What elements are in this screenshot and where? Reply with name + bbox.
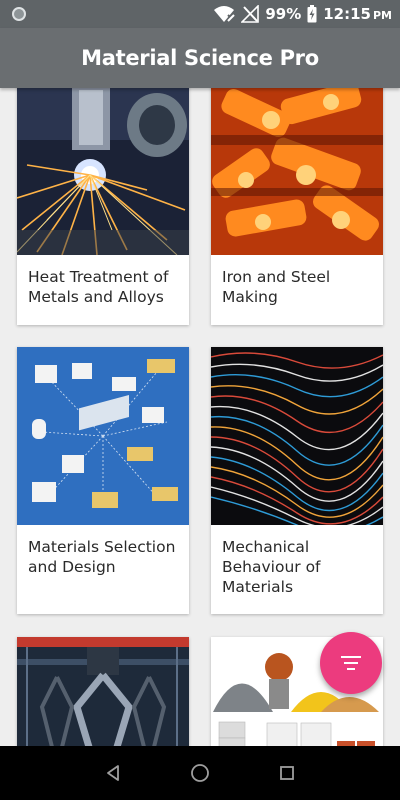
clock-ampm: PM [372, 8, 392, 22]
app-bar: Material Science Pro [0, 28, 400, 88]
topic-card-iron-steel[interactable]: Iron and Steel Making [211, 88, 383, 325]
app-title: Material Science Pro [81, 46, 319, 70]
battery-percentage: 99% [265, 5, 302, 23]
materials-infographic-image [17, 347, 189, 525]
clock: 12:15 [323, 5, 371, 23]
card-title: Heat Treatment of Metals and Alloys [28, 268, 169, 306]
sort-fab-button[interactable] [320, 632, 382, 694]
sort-menu-icon [341, 656, 361, 670]
recents-button[interactable] [275, 761, 299, 785]
recents-icon [279, 766, 294, 780]
signal-off-icon [241, 5, 260, 23]
topic-card-heat-treatment[interactable]: Heat Treatment of Metals and Alloys [17, 88, 189, 325]
topic-card-5[interactable] [17, 637, 189, 746]
plasma-cutting-image [17, 88, 189, 255]
industrial-gripper-image [17, 637, 189, 746]
wifi-icon [214, 6, 236, 22]
wavy-lines-image [211, 347, 383, 525]
home-button[interactable] [188, 761, 212, 785]
status-icons: 99% 12:15 PM [213, 0, 392, 28]
card-title: Iron and Steel Making [222, 268, 331, 306]
card-title: Mechanical Behaviour of Materials [222, 538, 321, 596]
back-button[interactable] [101, 761, 125, 785]
card-title: Materials Selection and Design [28, 538, 176, 576]
notification-icon [12, 7, 26, 21]
home-icon [191, 764, 209, 782]
topic-card-materials-selection[interactable]: Materials Selection and Design [17, 347, 189, 614]
back-icon [107, 765, 120, 781]
molten-metal-image [211, 88, 383, 255]
battery-charging-icon [307, 5, 317, 23]
system-nav-bar [0, 746, 400, 800]
status-bar: 99% 12:15 PM [0, 0, 400, 28]
topic-card-mechanical-behaviour[interactable]: Mechanical Behaviour of Materials [211, 347, 383, 614]
